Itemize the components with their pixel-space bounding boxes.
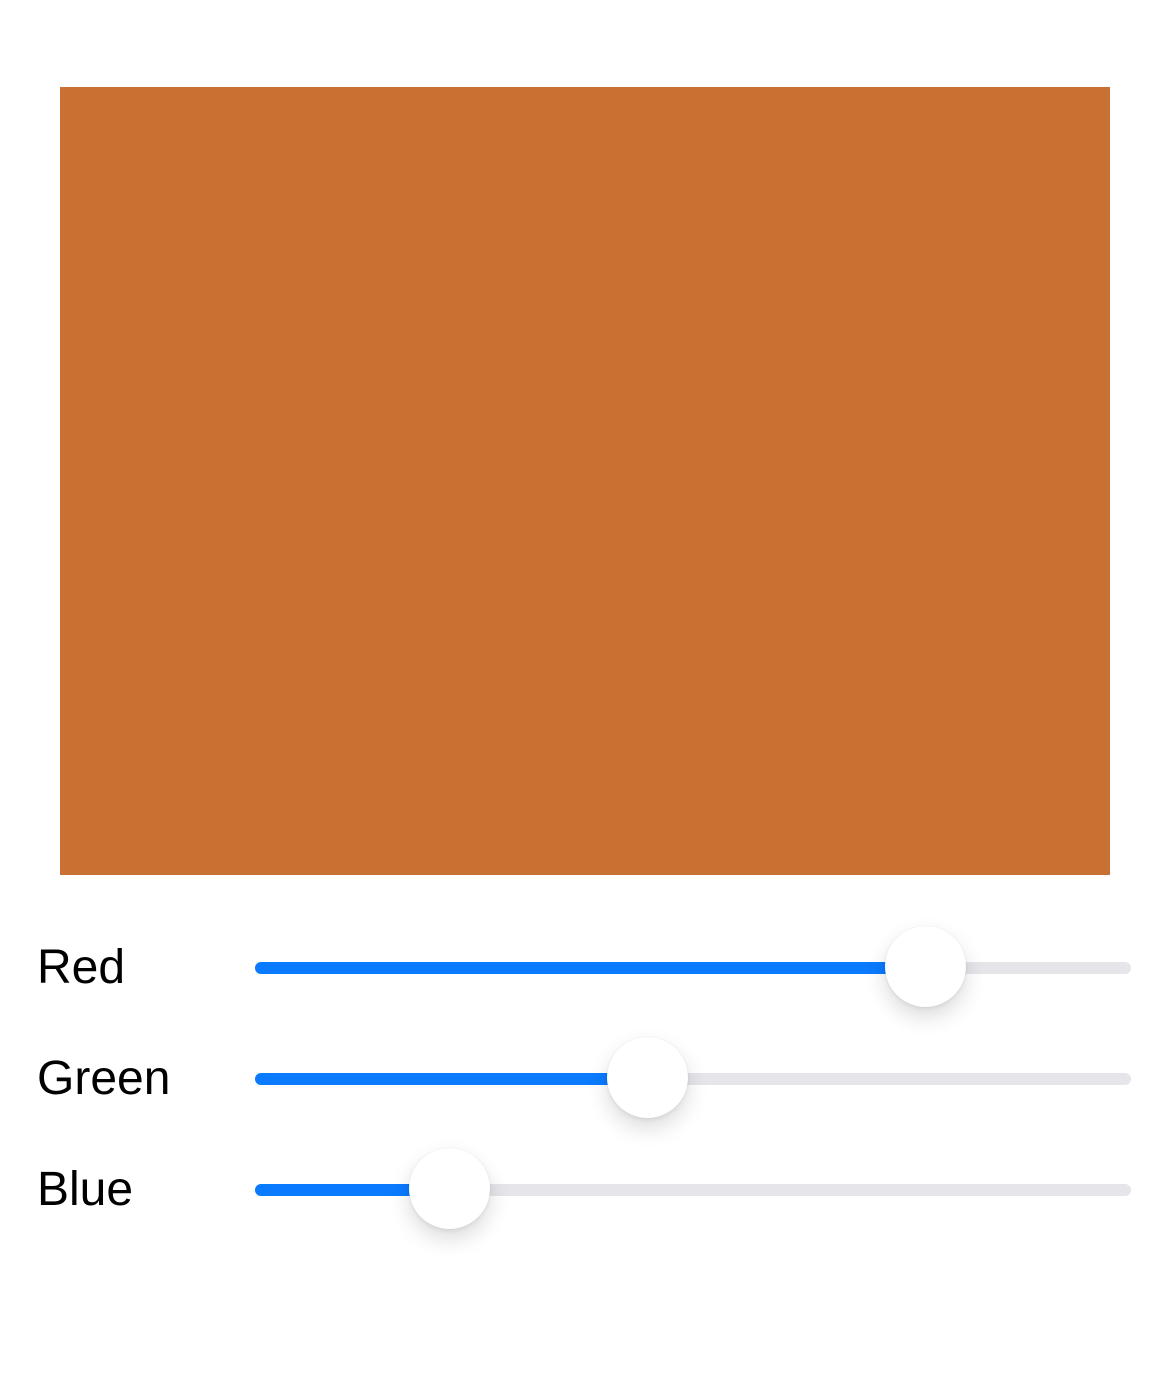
red-slider-thumb[interactable] <box>885 926 966 1007</box>
green-slider-thumb[interactable] <box>607 1037 688 1118</box>
red-slider[interactable] <box>255 923 1131 1013</box>
slider-row-blue: Blue <box>0 1145 1170 1235</box>
red-slider-fill <box>255 962 925 974</box>
blue-slider[interactable] <box>255 1145 1131 1235</box>
green-slider[interactable] <box>255 1034 1131 1124</box>
slider-row-red: Red <box>0 923 1170 1013</box>
blue-slider-thumb[interactable] <box>409 1148 490 1229</box>
color-preview-swatch <box>60 87 1110 875</box>
blue-slider-label: Blue <box>37 1163 134 1216</box>
green-slider-label: Green <box>37 1052 171 1105</box>
slider-row-green: Green <box>0 1034 1170 1124</box>
green-slider-fill <box>255 1073 647 1085</box>
red-slider-label: Red <box>37 941 126 994</box>
